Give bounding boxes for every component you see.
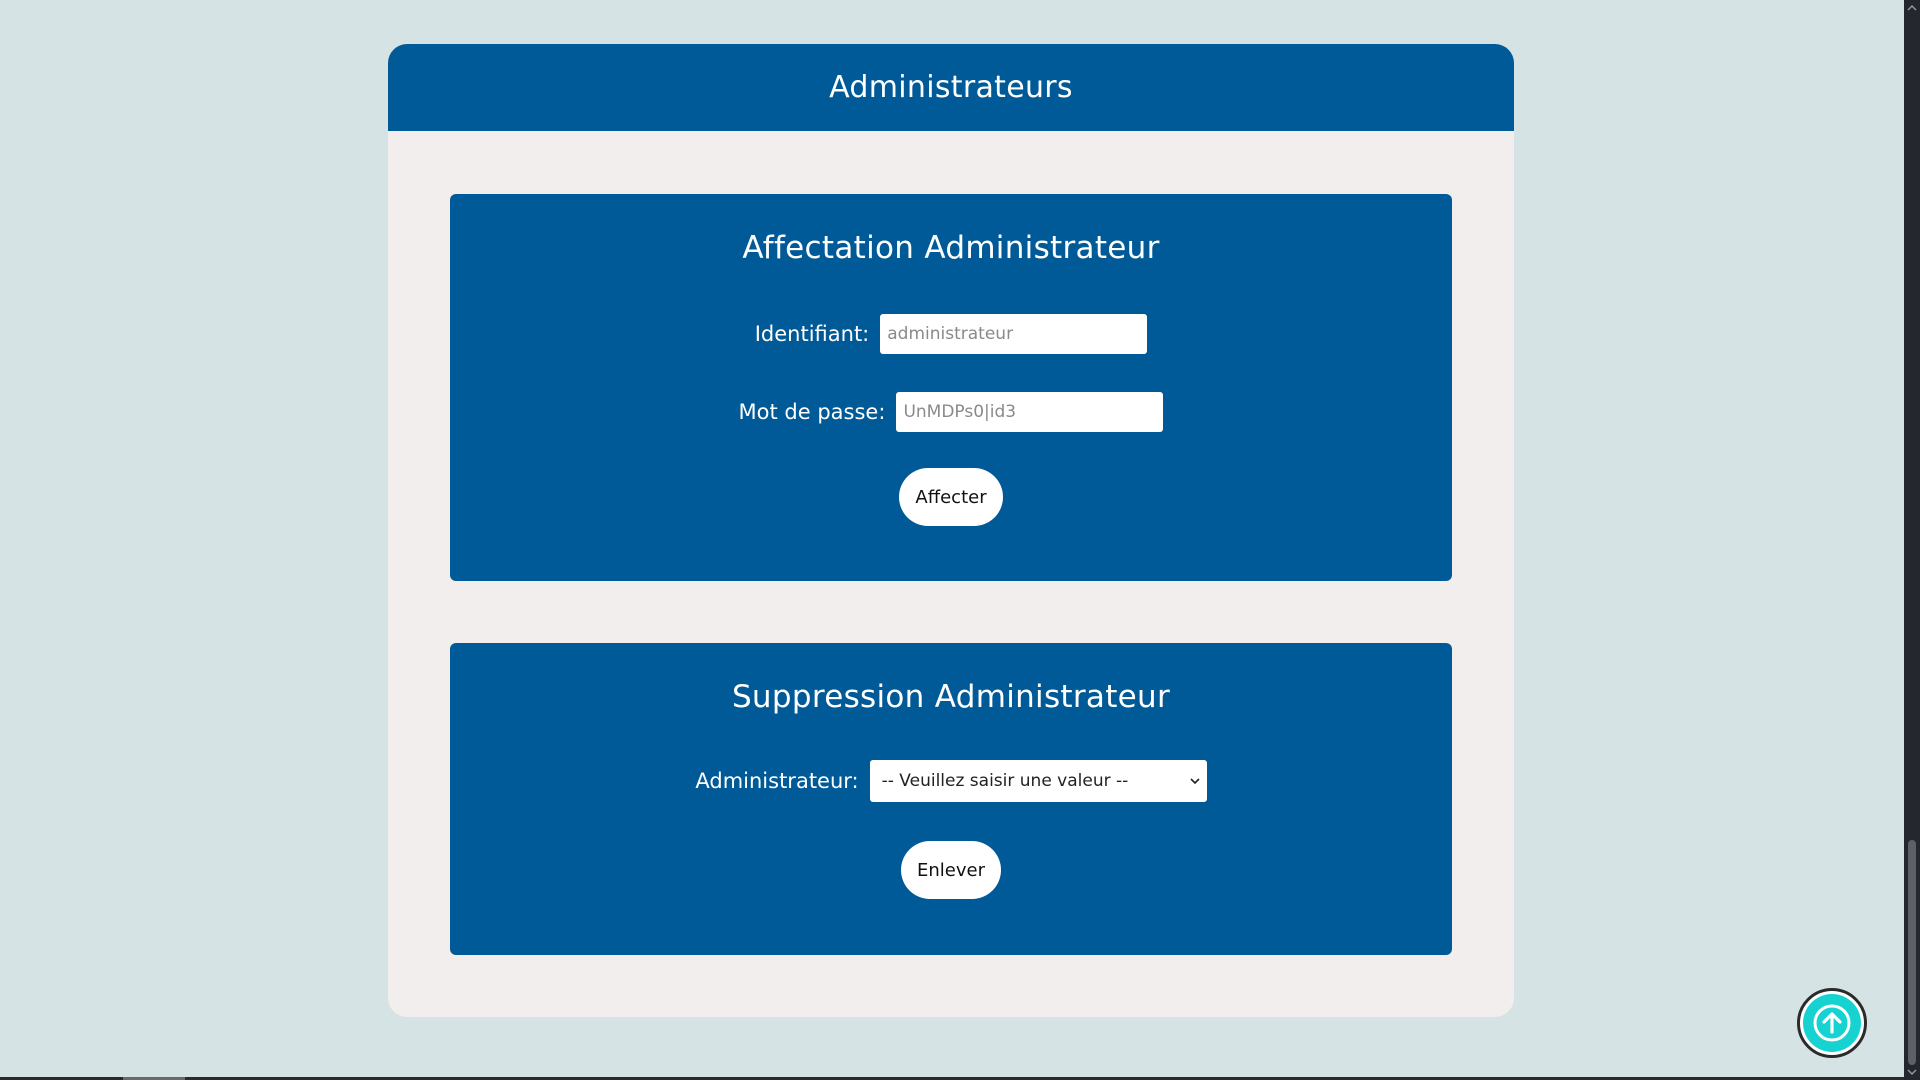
password-input[interactable] [896,392,1164,432]
scrollbar-thumb[interactable] [1908,840,1916,1065]
assign-panel-title: Affectation Administrateur [742,230,1160,266]
password-label: Mot de passe: [738,400,886,424]
remove-panel-title: Suppression Administrateur [731,679,1171,715]
admin-select[interactable]: -- Veuillez saisir une valeur -- [869,760,1207,802]
page-scrollbar[interactable] [1904,0,1920,1080]
chevron-down-icon [1190,778,1200,785]
assign-button-row: Affecter [450,468,1452,526]
assign-admin-panel: Affectation Administrateur Identifiant: … [450,194,1452,581]
admin-card: Administrateurs Affectation Administrate… [388,44,1514,1017]
scroll-down-arrow-icon[interactable] [1907,1067,1917,1077]
identifier-row: Identifiant: [450,314,1452,354]
arrow-up-icon [1813,1004,1851,1042]
identifier-label: Identifiant: [754,322,870,346]
remove-button-row: Enlever [450,841,1452,899]
scroll-top-circle [1803,994,1861,1052]
admin-select-row: Administrateur: -- Veuillez saisir une v… [450,760,1452,802]
scroll-up-arrow-icon[interactable] [1907,3,1917,13]
remove-admin-panel: Suppression Administrateur Administrateu… [450,643,1452,955]
password-row: Mot de passe: [450,392,1452,432]
admin-select-label: Administrateur: [695,769,859,793]
remove-button[interactable]: Enlever [901,841,1001,899]
admin-select-value: -- Veuillez saisir une valeur -- [881,771,1129,791]
assign-button[interactable]: Affecter [899,468,1003,526]
scroll-top-button[interactable] [1797,988,1867,1058]
page-title: Administrateurs [388,44,1514,131]
page: Administrateurs Affectation Administrate… [0,0,1920,1080]
identifier-input[interactable] [880,314,1148,354]
